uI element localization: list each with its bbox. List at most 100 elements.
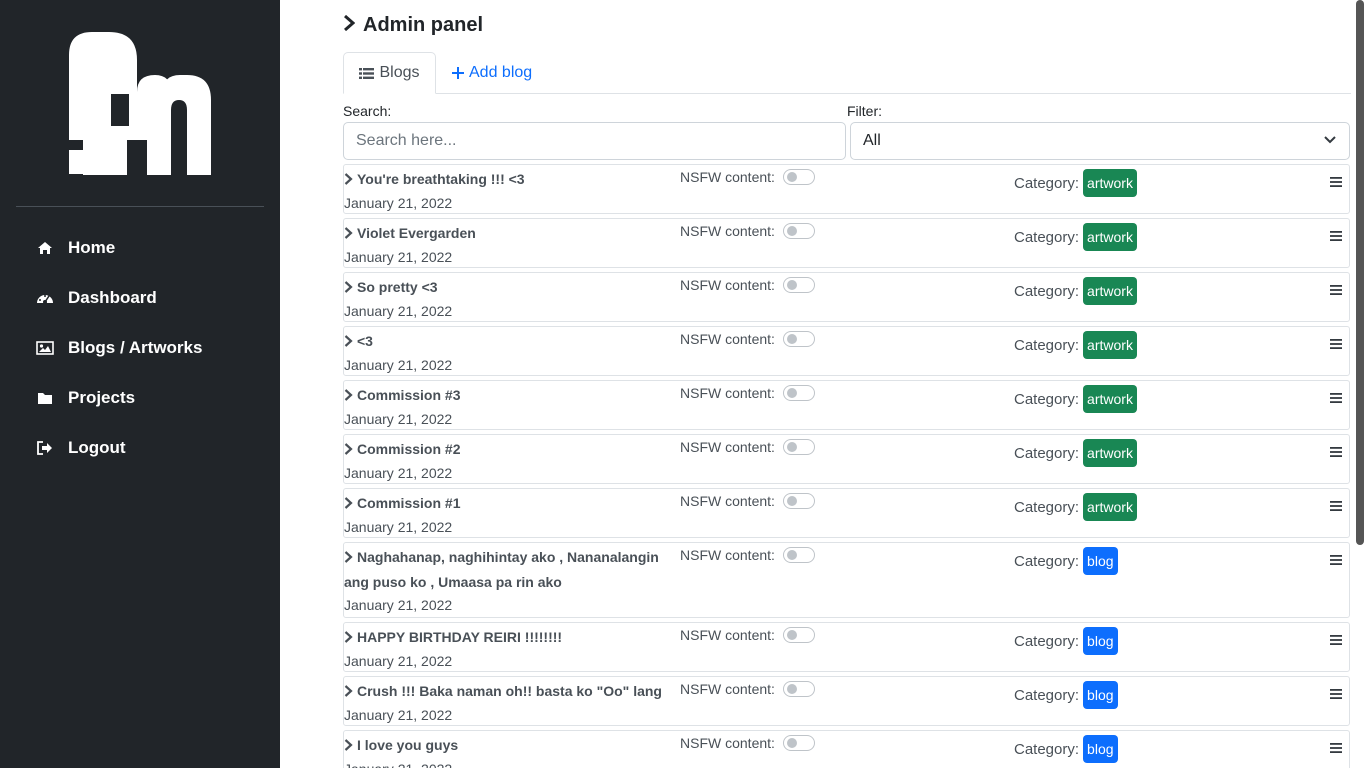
- nsfw-toggle[interactable]: [782, 277, 815, 293]
- tab-label: Add blog: [469, 64, 533, 81]
- blog-title[interactable]: Commission #1: [344, 491, 674, 516]
- blog-date: January 21, 2022: [344, 195, 453, 211]
- nsfw-label: NSFW content:: [680, 223, 775, 239]
- sidebar-item-blogs-artworks[interactable]: Blogs / Artworks: [36, 334, 202, 362]
- chevron-right-icon: [344, 734, 353, 758]
- list-item: You're breathtaking !!! <3 January 21, 2…: [343, 164, 1350, 214]
- sidebar-item-label: Dashboard: [68, 288, 157, 307]
- category: Category: artwork: [1014, 384, 1137, 414]
- blog-title[interactable]: Naghahanap, naghihintay ako , Nananalang…: [344, 545, 674, 594]
- chevron-right-icon: [344, 330, 353, 354]
- chevron-right-icon: [344, 680, 353, 704]
- category: Category: artwork: [1014, 168, 1137, 198]
- blog-title[interactable]: HAPPY BIRTHDAY REIRI !!!!!!!!: [344, 625, 674, 650]
- blog-title[interactable]: Violet Evergarden: [344, 221, 674, 246]
- nsfw-toggle[interactable]: [782, 169, 815, 185]
- chevron-right-icon: [343, 14, 356, 37]
- category: Category: artwork: [1014, 492, 1137, 522]
- main-content: Admin panel Blogs Add blog Search: Filte…: [280, 0, 1366, 768]
- nsfw-label: NSFW content:: [680, 493, 775, 509]
- chevron-right-icon: [344, 222, 353, 246]
- blog-title[interactable]: So pretty <3: [344, 275, 674, 300]
- nsfw-toggle[interactable]: [782, 385, 815, 401]
- category-label: Category:: [1014, 174, 1080, 192]
- sidebar: Home Dashboard Blogs / Artworks Projects…: [0, 0, 280, 768]
- logo[interactable]: [67, 30, 213, 176]
- logout-icon: [36, 439, 54, 457]
- category-label: Category:: [1014, 282, 1080, 300]
- list-item: Crush !!! Baka naman oh!! basta ko "Oo" …: [343, 676, 1350, 726]
- blog-title[interactable]: <3: [344, 329, 674, 354]
- category-label: Category:: [1014, 552, 1080, 570]
- category: Category: artwork: [1014, 222, 1137, 252]
- blog-title[interactable]: Crush !!! Baka naman oh!! basta ko "Oo" …: [344, 679, 674, 704]
- list-item: I love you guys January 21, 2022 NSFW co…: [343, 730, 1350, 768]
- blog-title-text: Commission #2: [357, 441, 461, 457]
- category-label: Category:: [1014, 336, 1080, 354]
- category: Category: blog: [1014, 680, 1118, 710]
- filter-select[interactable]: All: [850, 122, 1350, 160]
- hamburger-menu-icon[interactable]: [1329, 229, 1343, 243]
- nsfw-toggle[interactable]: [782, 439, 815, 455]
- hamburger-menu-icon[interactable]: [1329, 445, 1343, 459]
- nsfw-toggle[interactable]: [782, 331, 815, 347]
- category-label: Category:: [1014, 740, 1080, 758]
- hamburger-menu-icon[interactable]: [1329, 337, 1343, 351]
- nsfw-label: NSFW content:: [680, 385, 775, 401]
- nsfw-toggle[interactable]: [782, 681, 815, 697]
- sidebar-item-projects[interactable]: Projects: [36, 384, 135, 412]
- category: Category: blog: [1014, 626, 1118, 656]
- tab-blogs[interactable]: Blogs: [343, 52, 436, 94]
- blog-date: January 21, 2022: [344, 653, 453, 669]
- logo-mark-icon: [69, 32, 211, 175]
- sidebar-item-dashboard[interactable]: Dashboard: [36, 284, 157, 312]
- category-badge: blog: [1083, 627, 1118, 655]
- nsfw-toggle[interactable]: [782, 735, 815, 751]
- hamburger-menu-icon[interactable]: [1329, 175, 1343, 189]
- sidebar-item-logout[interactable]: Logout: [36, 434, 126, 462]
- chevron-right-icon: [344, 546, 353, 570]
- nsfw-label: NSFW content:: [680, 169, 775, 185]
- sidebar-item-label: Home: [68, 238, 116, 257]
- nsfw-toggle-group: NSFW content:: [680, 329, 815, 349]
- nsfw-toggle-group: NSFW content:: [680, 275, 815, 295]
- hamburger-menu-icon[interactable]: [1329, 741, 1343, 755]
- category-badge: artwork: [1083, 331, 1137, 359]
- nsfw-toggle[interactable]: [782, 547, 815, 563]
- blog-date: January 21, 2022: [344, 757, 452, 768]
- list-item: Commission #3 January 21, 2022 NSFW cont…: [343, 380, 1350, 430]
- sidebar-item-label: Projects: [68, 388, 136, 407]
- hamburger-menu-icon[interactable]: [1329, 553, 1343, 567]
- blog-title[interactable]: Commission #3: [344, 383, 674, 408]
- blog-title[interactable]: You're breathtaking !!! <3: [344, 167, 674, 192]
- nsfw-toggle[interactable]: [782, 223, 815, 239]
- nsfw-label: NSFW content:: [680, 681, 775, 697]
- nsfw-label: NSFW content:: [680, 735, 775, 751]
- nsfw-toggle[interactable]: [782, 627, 815, 643]
- blog-title[interactable]: Commission #2: [344, 437, 674, 462]
- nsfw-toggle[interactable]: [782, 493, 815, 509]
- category: Category: artwork: [1014, 276, 1137, 306]
- dashboard-icon: [36, 289, 54, 307]
- folder-icon: [36, 389, 54, 407]
- category: Category: blog: [1014, 734, 1118, 764]
- hamburger-menu-icon[interactable]: [1329, 633, 1343, 647]
- sidebar-item-home[interactable]: Home: [36, 234, 115, 262]
- blog-date: January 21, 2022: [344, 707, 453, 723]
- blog-title-text: <3: [357, 333, 373, 349]
- search-label: Search:: [343, 103, 392, 119]
- hamburger-menu-icon[interactable]: [1329, 687, 1343, 701]
- nsfw-toggle-group: NSFW content:: [680, 679, 815, 699]
- scrollbar-thumb[interactable]: [1356, 0, 1364, 545]
- category: Category: artwork: [1014, 330, 1137, 360]
- tab-add-blog[interactable]: Add blog: [452, 52, 532, 94]
- list-item: Naghahanap, naghihintay ako , Nananalang…: [343, 542, 1350, 618]
- search-input[interactable]: [343, 122, 846, 160]
- blog-title[interactable]: I love you guys: [344, 733, 674, 758]
- hamburger-menu-icon[interactable]: [1329, 283, 1343, 297]
- chevron-right-icon: [344, 626, 353, 650]
- category: Category: artwork: [1014, 438, 1137, 468]
- hamburger-menu-icon[interactable]: [1329, 391, 1343, 405]
- hamburger-menu-icon[interactable]: [1329, 499, 1343, 513]
- category-badge: blog: [1083, 547, 1118, 575]
